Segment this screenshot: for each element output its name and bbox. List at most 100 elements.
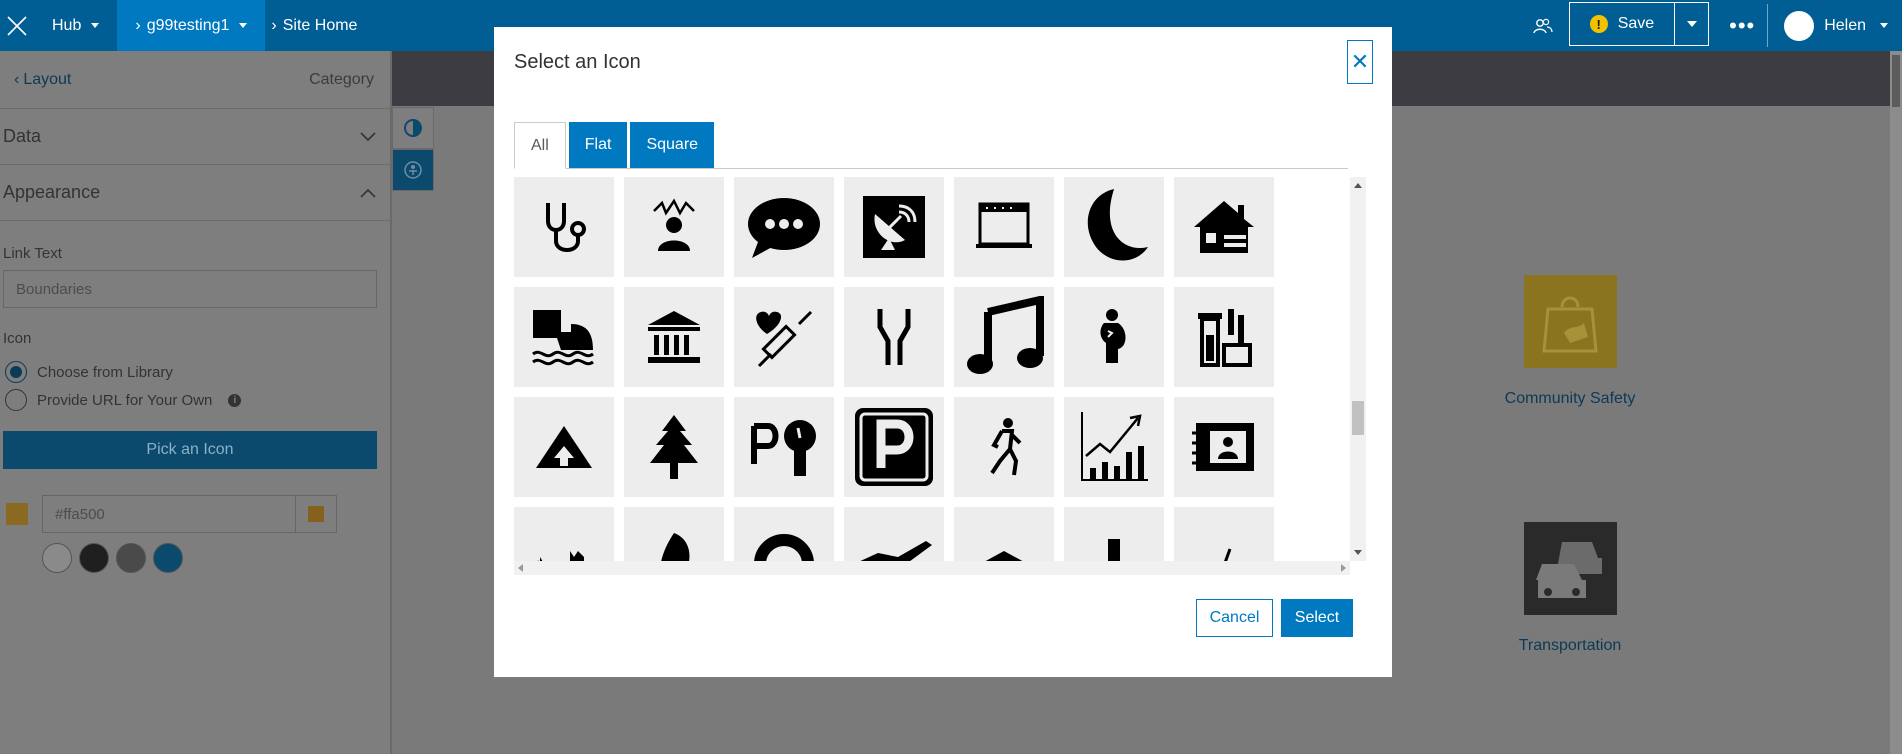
icon-grid — [514, 177, 1350, 561]
caret-down-icon — [1880, 23, 1888, 28]
pine-tree-icon[interactable] — [624, 397, 724, 497]
section-title: Data — [3, 126, 42, 146]
pedestal-icon[interactable] — [1064, 507, 1164, 561]
flood-icon[interactable] — [514, 287, 614, 387]
cat-icon[interactable] — [514, 507, 614, 561]
pick-an-icon-button[interactable]: Pick an Icon — [3, 431, 377, 469]
growth-chart-icon[interactable] — [1064, 397, 1164, 497]
scroll-down-arrow-icon[interactable] — [1354, 550, 1362, 555]
scrollbar-thumb[interactable] — [1352, 401, 1364, 435]
cancel-button[interactable]: Cancel — [1196, 599, 1273, 637]
chat-bubble-icon[interactable] — [734, 177, 834, 277]
section-title: Appearance — [3, 182, 101, 202]
select-icon-dialog: Select an Icon ✕ All Flat Square Cancel … — [494, 27, 1392, 677]
team-icon[interactable] — [1521, 0, 1565, 51]
road-narrows-icon[interactable] — [844, 287, 944, 387]
laboratory-icon[interactable] — [1174, 287, 1274, 387]
museum-icon[interactable] — [624, 287, 724, 387]
music-note-icon[interactable] — [954, 287, 1054, 387]
oven-icon[interactable] — [954, 177, 1054, 277]
leaf-icon[interactable] — [624, 507, 724, 561]
hub-menu[interactable]: Hub — [34, 0, 117, 51]
tab-square[interactable]: Square — [630, 122, 715, 168]
color-hex-input[interactable]: #ffa500 — [43, 496, 296, 532]
color-presets — [0, 543, 390, 573]
more-options-icon[interactable]: ••• — [1717, 0, 1767, 51]
icon-style-tabs: All Flat Square — [514, 122, 1348, 169]
link-text-input[interactable]: Boundaries — [3, 270, 377, 308]
warning-icon: ! — [1589, 15, 1608, 33]
category-card-label: Transportation — [1518, 637, 1622, 654]
page-breadcrumb-label: Site Home — [282, 16, 358, 34]
panel-context-label: Category — [309, 70, 374, 88]
radio-button[interactable] — [5, 389, 27, 411]
page-breadcrumb[interactable]: › Site Home — [265, 0, 375, 51]
color-preset-gray[interactable] — [116, 543, 146, 573]
parking-meter-icon[interactable] — [734, 397, 834, 497]
back-label: Layout — [23, 70, 72, 88]
vaccine-icon[interactable] — [734, 287, 834, 387]
contrast-icon[interactable] — [392, 107, 434, 149]
color-field[interactable]: #ffa500 — [42, 495, 337, 533]
traffic-cars-icon — [1523, 522, 1617, 615]
user-menu[interactable]: Helen — [1768, 0, 1902, 51]
satellite-dish-icon[interactable] — [844, 177, 944, 277]
contact-card-icon[interactable] — [1174, 397, 1274, 497]
dialog-title: Select an Icon — [514, 51, 641, 73]
accessibility-icon[interactable] — [392, 149, 434, 191]
scroll-left-arrow-icon[interactable] — [518, 564, 523, 572]
walking-person-icon[interactable] — [954, 397, 1054, 497]
page-scrollbar[interactable] — [1890, 51, 1902, 754]
gallery-horizontal-scrollbar[interactable] — [514, 561, 1350, 575]
category-card-label: Community Safety — [1504, 390, 1636, 407]
color-preset-blue[interactable] — [153, 543, 183, 573]
tab-all[interactable]: All — [514, 122, 566, 169]
icon-gallery — [514, 177, 1366, 575]
stethoscope-icon[interactable] — [514, 177, 614, 277]
data-section-toggle[interactable]: Data — [0, 109, 390, 165]
radio-provide-url[interactable]: Provide URL for Your Own i — [0, 389, 390, 411]
chevron-up-icon — [360, 182, 376, 203]
radio-label: Provide URL for Your Own — [37, 391, 213, 409]
scroll-up-arrow-icon[interactable] — [1354, 183, 1362, 188]
select-button[interactable]: Select — [1281, 599, 1353, 637]
roof-icon[interactable] — [954, 507, 1054, 561]
pregnancy-icon[interactable] — [1064, 287, 1164, 387]
save-label: Save — [1617, 15, 1655, 32]
caret-down-icon — [1686, 21, 1697, 27]
color-picker-row: #ffa500 — [0, 495, 390, 533]
appearance-section-toggle[interactable]: Appearance — [0, 165, 390, 221]
close-icon[interactable]: ✕ — [1347, 40, 1373, 84]
radio-choose-from-library[interactable]: Choose from Library — [0, 361, 390, 383]
layout-settings-panel: ‹ Layout Category Data Appearance Link T… — [0, 51, 392, 754]
info-icon[interactable]: i — [228, 393, 242, 407]
chevron-down-icon — [360, 126, 376, 147]
parking-icon[interactable] — [844, 397, 944, 497]
chevron-right-icon: › — [271, 16, 277, 34]
save-options-dropdown[interactable] — [1674, 3, 1708, 45]
back-to-layout-link[interactable]: ‹ Layout — [14, 71, 71, 89]
airplane-icon[interactable] — [844, 507, 944, 561]
save-button[interactable]: ! Save — [1570, 3, 1674, 45]
icon-gallery-viewport — [514, 177, 1350, 561]
color-preset-white[interactable] — [42, 543, 72, 573]
moon-icon[interactable] — [1064, 177, 1164, 277]
camping-icon[interactable] — [514, 397, 614, 497]
category-card-community-safety: Community Safety — [1472, 275, 1668, 408]
link-text-label: Link Text — [3, 245, 62, 262]
house-icon[interactable] — [1174, 177, 1274, 277]
gallery-vertical-scrollbar[interactable] — [1350, 177, 1366, 561]
color-swatch-button[interactable] — [296, 496, 336, 532]
scroll-right-arrow-icon[interactable] — [1341, 564, 1346, 572]
hub-menu-label: Hub — [52, 16, 82, 34]
slash-icon[interactable] — [1174, 507, 1274, 561]
page-scrollbar-thumb[interactable] — [1892, 55, 1900, 107]
site-menu-label: g99testing1 — [146, 16, 230, 34]
ring-icon[interactable] — [734, 507, 834, 561]
site-menu[interactable]: › g99testing1 — [117, 0, 266, 51]
color-preset-black[interactable] — [79, 543, 109, 573]
tab-flat[interactable]: Flat — [568, 122, 628, 168]
alarm-person-icon[interactable] — [624, 177, 724, 277]
close-editor-icon[interactable] — [0, 0, 34, 51]
radio-button[interactable] — [5, 361, 27, 383]
